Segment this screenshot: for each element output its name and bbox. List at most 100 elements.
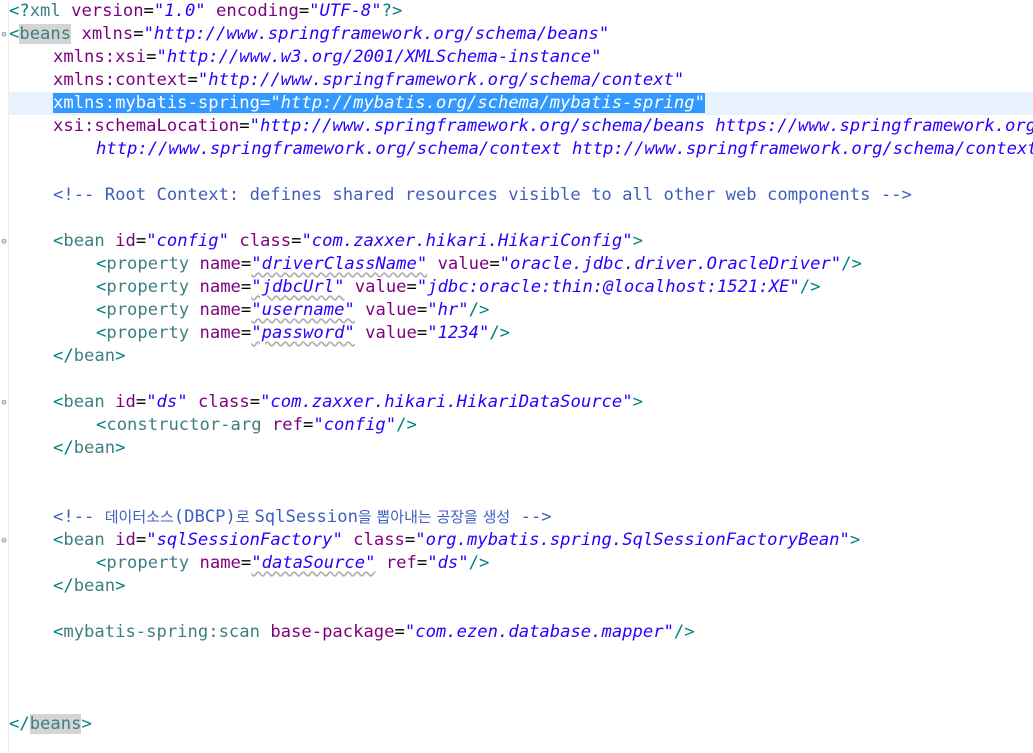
code-line: <bean id="ds" class="com.zaxxer.hikari.H… — [53, 392, 643, 412]
bracket: <? — [9, 1, 30, 21]
bracket: < — [53, 622, 64, 642]
comment-text: --> — [510, 507, 552, 527]
bracket: /> — [841, 254, 862, 274]
tag-name: property — [106, 254, 190, 274]
attribute-value: "http://www.springframework.org/schema/c… — [197, 70, 685, 90]
attribute-value: http://www.springframework.org/schema/co… — [96, 139, 1033, 159]
attribute-value: "1.0" — [153, 1, 206, 21]
fold-toggle-icon[interactable]: ⊖ — [0, 237, 8, 247]
code-line: <property name="driverClassName" value="… — [96, 254, 862, 274]
bracket: > — [632, 392, 643, 412]
tag-name: bean — [63, 530, 105, 550]
code-area[interactable]: <?xml version="1.0" encoding="UTF-8"?> <… — [9, 0, 1033, 753]
tag-name: xml — [29, 1, 61, 21]
attribute-value: "dataSource" — [251, 553, 376, 573]
attribute-name: value — [437, 254, 490, 274]
code-line: <!-- Root Context: defines shared resour… — [9, 184, 912, 207]
attribute-name: id — [115, 392, 136, 412]
bracket: < — [53, 392, 64, 412]
code-line: <property name="username" value="hr"/> — [96, 300, 490, 320]
attribute-value: "com.zaxxer.hikari.HikariConfig" — [301, 231, 633, 251]
code-line: </bean> — [9, 345, 125, 368]
code-line: xmlns:xsi="http://www.w3.org/2001/XMLSch… — [53, 47, 602, 67]
bracket: /> — [799, 277, 821, 297]
bracket: </ — [53, 346, 74, 366]
code-line: <property name="dataSource" ref="ds"/> — [96, 553, 490, 573]
fold-toggle-icon[interactable]: ⊖ — [0, 398, 8, 408]
attribute-value: "com.ezen.database.mapper" — [404, 622, 674, 642]
attribute-value: "ds" — [427, 553, 469, 573]
tag-name: constructor-arg — [106, 415, 262, 435]
bracket: /> — [489, 323, 511, 343]
attribute-value: "config" — [146, 231, 229, 251]
tag-name-matched: beans — [19, 24, 72, 44]
code-line: </beans> — [9, 713, 92, 736]
comment: <!-- Root Context: defines shared resour… — [53, 185, 912, 205]
bracket: /> — [468, 553, 490, 573]
code-line: http://www.springframework.org/schema/co… — [9, 138, 1033, 161]
bracket: > — [115, 576, 126, 596]
attribute-value: "jdbc:oracle:thin:@localhost:1521:XE" — [416, 277, 800, 297]
bracket: /> — [396, 415, 417, 435]
comment-text: SqlSession — [254, 507, 358, 527]
attribute-name: value — [365, 323, 417, 343]
attribute-value: "username" — [251, 300, 355, 320]
attribute-name: name — [199, 254, 241, 274]
text-selection[interactable]: xmlns:mybatis-spring="http://mybatis.org… — [53, 93, 705, 113]
fold-toggle-icon[interactable]: ⊖ — [0, 536, 8, 546]
code-line: <bean id="config" class="com.zaxxer.hika… — [53, 231, 643, 251]
bracket: < — [9, 24, 20, 44]
tag-name: bean — [73, 576, 116, 596]
attribute-value: "1234" — [427, 323, 490, 343]
bracket: </ — [9, 714, 30, 734]
attribute-value: "UTF-8" — [309, 1, 382, 21]
bracket: > — [81, 714, 92, 734]
attribute-name: name — [199, 300, 241, 320]
tag-name: bean — [73, 346, 116, 366]
fold-toggle-icon[interactable]: ⊖ — [0, 30, 8, 40]
tag-name: bean — [63, 231, 105, 251]
attribute-name: xmlns — [81, 24, 134, 44]
bracket: > — [849, 530, 861, 550]
bracket: < — [53, 231, 64, 251]
attribute-value: "hr" — [427, 300, 469, 320]
editor-gutter: ⊖ ⊖ ⊖ ⊖ — [0, 0, 9, 753]
attribute-name: name — [199, 277, 241, 297]
attribute-value: "oracle.jdbc.driver.OracleDriver" — [499, 254, 842, 274]
bracket: ?> — [381, 1, 403, 21]
bracket: </ — [53, 576, 74, 596]
attribute-name: xmlns:mybatis-spring — [53, 93, 260, 113]
comment-text: 로 — [235, 508, 255, 526]
attribute-name: xsi:schemaLocation — [53, 116, 240, 136]
code-line: <bean id="sqlSessionFactory" class="org.… — [53, 530, 861, 550]
code-line-current: xmlns:mybatis-spring="http://mybatis.org… — [9, 92, 1033, 115]
code-line: <!-- 데이터소스(DBCP)로 SqlSession을 뽑아내는 공장을 생… — [9, 506, 552, 529]
attribute-name: version — [71, 1, 144, 21]
attribute-name: ref — [385, 553, 417, 573]
code-line: </bean> — [9, 437, 125, 460]
attribute-value: "driverClassName" — [251, 254, 428, 274]
attribute-name: xmlns:context — [53, 70, 188, 90]
attribute-value: "jdbcUrl" — [251, 277, 345, 297]
attribute-name: name — [199, 323, 241, 343]
attribute-value: "http://mybatis.org/schema/mybatis-sprin… — [270, 93, 705, 113]
bracket: < — [96, 553, 107, 573]
comment-text: <!-- — [53, 507, 105, 527]
attribute-value: "http://www.springframework.org/schema/b… — [249, 116, 1033, 136]
bracket: < — [53, 530, 64, 550]
xml-code-editor[interactable]: ⊖ ⊖ ⊖ ⊖ <?xml version="1.0" encoding="UT… — [0, 0, 1033, 753]
tag-name: property — [106, 323, 190, 343]
attribute-name: ref — [271, 415, 303, 435]
attribute-name: value — [354, 277, 407, 297]
bracket: < — [96, 415, 107, 435]
tag-name: property — [106, 300, 190, 320]
comment-text: 데이터소스 — [104, 508, 174, 526]
bracket: /> — [468, 300, 490, 320]
attribute-name: value — [365, 300, 417, 320]
attribute-value: "sqlSessionFactory" — [146, 530, 343, 550]
tag-name: property — [106, 277, 190, 297]
attribute-value: "ds" — [146, 392, 188, 412]
attribute-name: name — [199, 553, 241, 573]
code-line: </bean> — [9, 575, 125, 598]
code-line: xmlns:context="http://www.springframewor… — [53, 70, 685, 90]
